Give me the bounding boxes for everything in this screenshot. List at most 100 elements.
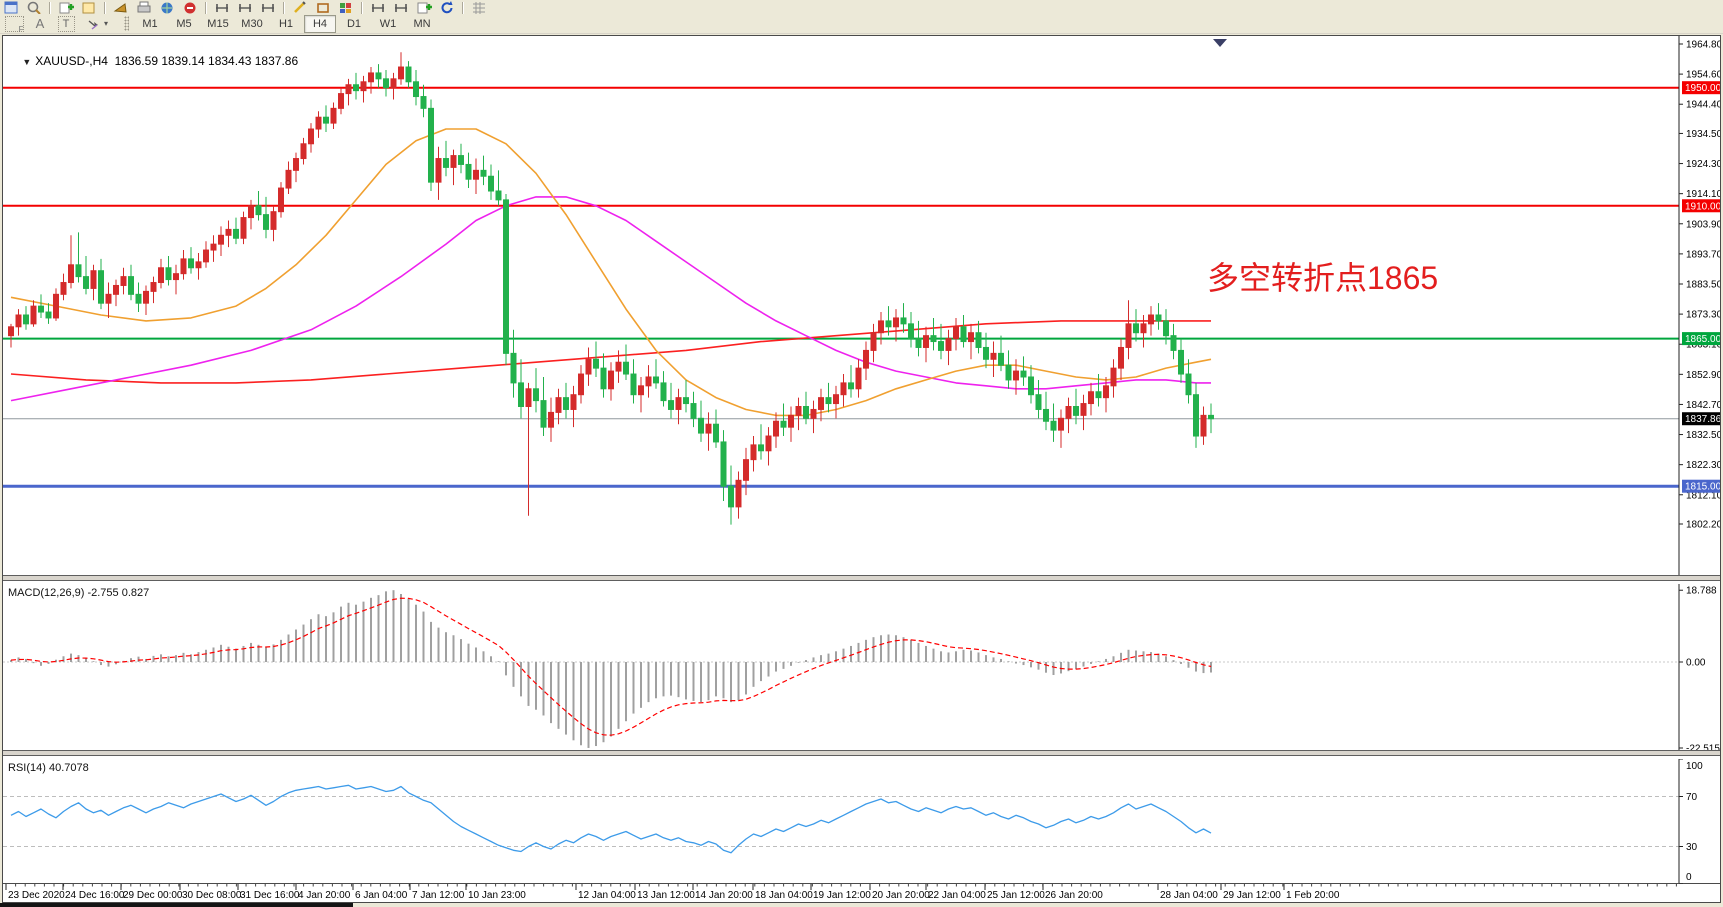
svg-text:30: 30	[1686, 842, 1698, 853]
svg-text:1903.90: 1903.90	[1686, 219, 1720, 230]
panel-splitter[interactable]	[3, 750, 1720, 756]
symbol-dropdown-icon[interactable]: ▼	[22, 57, 31, 67]
rsi-panel-canvas[interactable]: 100 70 30 0	[3, 759, 1720, 889]
text-label-icon[interactable]: T	[54, 15, 78, 32]
svg-text:1893.70: 1893.70	[1686, 249, 1720, 260]
draw-pencil-icon[interactable]	[292, 0, 308, 14]
new-order-icon[interactable]	[113, 0, 129, 14]
svg-text:0: 0	[1686, 872, 1692, 883]
svg-text:1950.00: 1950.00	[1685, 83, 1720, 94]
macd-panel-canvas[interactable]: 18.7880.00-22.515	[3, 584, 1720, 760]
svg-text:24 Dec 16:00: 24 Dec 16:00	[65, 890, 125, 901]
timeframe-h1[interactable]: H1	[270, 15, 302, 33]
svg-text:22 Jan 04:00: 22 Jan 04:00	[928, 890, 986, 901]
svg-text:14 Jan 20:00: 14 Jan 20:00	[695, 890, 753, 901]
print-icon[interactable]	[136, 0, 152, 14]
svg-text:7 Jan 12:00: 7 Jan 12:00	[412, 890, 465, 901]
toolbar-separator	[49, 2, 51, 14]
timeframe-mn[interactable]: MN	[406, 15, 438, 33]
svg-text:1964.80: 1964.80	[1686, 40, 1720, 51]
svg-text:1910.00: 1910.00	[1685, 201, 1720, 212]
svg-text:18 Jan 04:00: 18 Jan 04:00	[755, 890, 813, 901]
browser-icon[interactable]	[159, 0, 175, 14]
svg-text:1865.00: 1865.00	[1685, 334, 1720, 345]
svg-text:19 Jan 12:00: 19 Jan 12:00	[813, 890, 871, 901]
svg-text:1802.20: 1802.20	[1686, 519, 1720, 530]
chart-window-icon[interactable]	[3, 0, 19, 14]
rsi-indicator-label: RSI(14) 40.7078	[8, 762, 89, 774]
bottom-edge-strip	[0, 903, 353, 907]
svg-text:10 Jan 23:00: 10 Jan 23:00	[468, 890, 526, 901]
svg-text:70: 70	[1686, 792, 1698, 803]
chart-annotation-text: 多空转折点1865	[1207, 260, 1438, 296]
chevron-down-icon: ▾	[104, 19, 108, 28]
svg-text:12 Jan 04:00: 12 Jan 04:00	[578, 890, 636, 901]
svg-text:13 Jan 12:00: 13 Jan 12:00	[637, 890, 695, 901]
new-chart-icon[interactable]	[58, 0, 74, 14]
cursor-icon[interactable]	[237, 0, 253, 14]
svg-text:31 Dec 16:00: 31 Dec 16:00	[240, 890, 300, 901]
grid-icon[interactable]	[471, 0, 487, 14]
timeframe-m30[interactable]: M30	[236, 15, 268, 33]
diagonal-arrows-icon	[86, 17, 102, 31]
drawing-and-timeframe-toolbar: F A T ▾ M1M5M15M30H1H4D1W1MN	[0, 14, 1723, 34]
svg-text:1842.70: 1842.70	[1686, 400, 1720, 411]
svg-text:20 Jan 20:00: 20 Jan 20:00	[872, 890, 930, 901]
svg-text:1822.30: 1822.30	[1686, 460, 1720, 471]
svg-text:29 Dec 00:00: 29 Dec 00:00	[123, 890, 183, 901]
timeframe-h4[interactable]: H4	[304, 15, 336, 33]
tile-vertical-icon[interactable]	[393, 0, 409, 14]
svg-text:0.00: 0.00	[1686, 658, 1706, 669]
svg-text:100: 100	[1686, 761, 1703, 772]
toolbar-separator	[462, 2, 464, 14]
svg-text:1924.30: 1924.30	[1686, 159, 1720, 170]
toolbar-separator	[283, 2, 285, 14]
refresh-icon[interactable]	[439, 0, 455, 14]
timeframe-bar: M1M5M15M30H1H4D1W1MN	[133, 15, 439, 33]
svg-text:4 Jan 20:00: 4 Jan 20:00	[298, 890, 351, 901]
stop-icon[interactable]	[182, 0, 198, 14]
toolbar-separator	[361, 2, 363, 14]
svg-text:1873.30: 1873.30	[1686, 310, 1720, 321]
main-toolbar	[0, 0, 1723, 14]
zoom-icon[interactable]	[26, 0, 42, 14]
profiles-icon[interactable]	[81, 0, 97, 14]
svg-text:26 Jan 20:00: 26 Jan 20:00	[1045, 890, 1103, 901]
timeframe-m1[interactable]: M1	[134, 15, 166, 33]
toolbar-separator	[205, 2, 207, 14]
timeframe-w1[interactable]: W1	[372, 15, 404, 33]
svg-text:1 Feb 20:00: 1 Feb 20:00	[1286, 890, 1340, 901]
svg-text:1934.50: 1934.50	[1686, 129, 1720, 140]
draw-shape-icon[interactable]	[315, 0, 331, 14]
svg-text:1852.90: 1852.90	[1686, 370, 1720, 381]
svg-text:25 Jan 12:00: 25 Jan 12:00	[987, 890, 1045, 901]
toolbar-drag-handle[interactable]	[124, 16, 129, 31]
svg-text:29 Jan 12:00: 29 Jan 12:00	[1223, 890, 1281, 901]
add-indicator-icon[interactable]	[416, 0, 432, 14]
svg-text:30 Dec 08:00: 30 Dec 08:00	[182, 890, 242, 901]
arrow-style-icon[interactable]: ▾	[80, 15, 114, 32]
svg-text:6 Jan 04:00: 6 Jan 04:00	[355, 890, 408, 901]
svg-text:1815.00: 1815.00	[1685, 482, 1720, 493]
timeframe-m15[interactable]: M15	[202, 15, 234, 33]
svg-text:1914.10: 1914.10	[1686, 189, 1720, 200]
crosshair-icon[interactable]	[214, 0, 230, 14]
svg-text:1837.86: 1837.86	[1685, 414, 1720, 425]
tile-horizontal-icon[interactable]	[370, 0, 386, 14]
svg-text:1944.40: 1944.40	[1686, 100, 1720, 111]
main-chart-canvas[interactable]: 1964.80 1954.60 1944.40 1934.50 1924.30 1914.…	[3, 36, 1720, 585]
svg-text:1883.50: 1883.50	[1686, 279, 1720, 290]
chart-title-ohlc: ▼XAUUSD-,H4 1836.59 1839.14 1834.43 1837…	[9, 40, 298, 82]
svg-text:18.788: 18.788	[1686, 586, 1717, 597]
timeframe-m5[interactable]: M5	[168, 15, 200, 33]
grid-settings-icon[interactable]: F	[2, 15, 26, 32]
indicators-grid-icon[interactable]	[338, 0, 354, 14]
insert-text-icon[interactable]: A	[28, 15, 52, 32]
hline-tool-icon[interactable]	[260, 0, 276, 14]
panel-splitter[interactable]	[3, 575, 1720, 581]
svg-text:28 Jan 04:00: 28 Jan 04:00	[1160, 890, 1218, 901]
svg-text:23 Dec 2020: 23 Dec 2020	[8, 890, 65, 901]
timeframe-d1[interactable]: D1	[338, 15, 370, 33]
macd-indicator-label: MACD(12,26,9) -2.755 0.827	[8, 587, 149, 599]
svg-text:1954.60: 1954.60	[1686, 70, 1720, 81]
